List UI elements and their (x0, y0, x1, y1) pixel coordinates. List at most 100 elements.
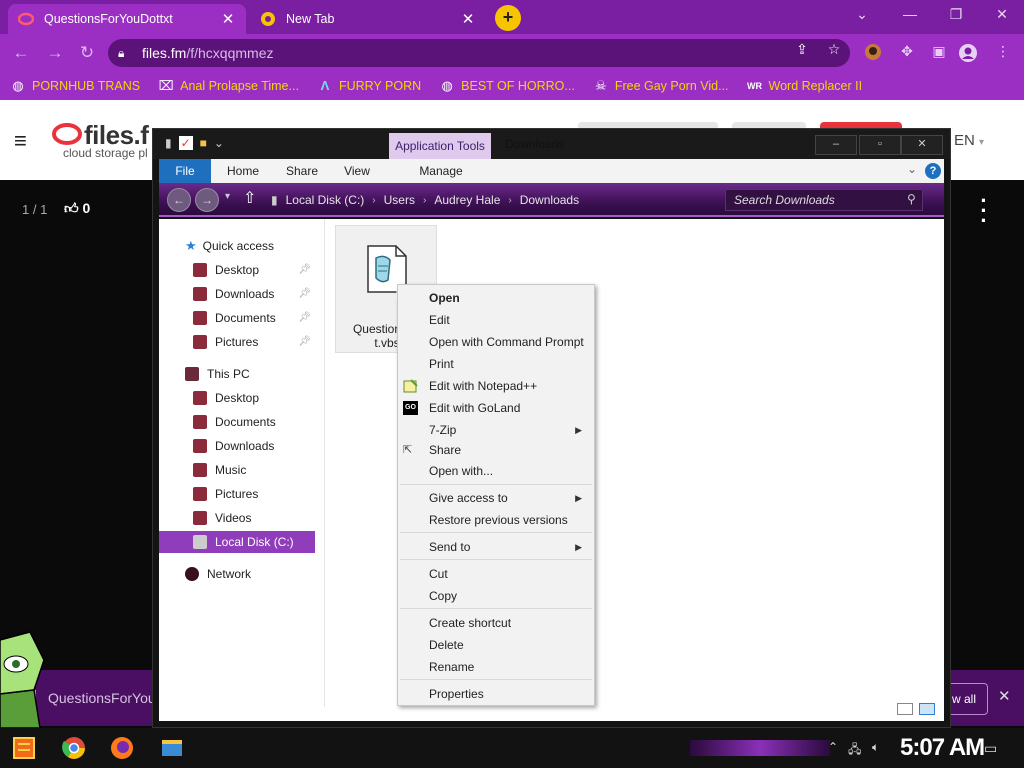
breadcrumb-item[interactable]: Local Disk (C:) (286, 193, 365, 207)
firefox-taskbar-icon[interactable] (104, 732, 140, 764)
side-panel-icon[interactable]: ▣ (928, 43, 950, 63)
like-button[interactable]: 👍︎ 0 (64, 200, 90, 217)
back-icon[interactable]: ← (167, 188, 191, 212)
tab-new-tab[interactable]: New Tab ✕ (250, 4, 486, 34)
menu-item-print[interactable]: Print (398, 354, 594, 374)
back-icon[interactable]: ← (10, 42, 32, 64)
menu-item-copy[interactable]: Copy (398, 586, 594, 606)
menu-item-delete[interactable]: Delete (398, 635, 594, 655)
menu-item-create-shortcut[interactable]: Create shortcut (398, 613, 594, 633)
minimize-icon[interactable]: — (896, 6, 924, 26)
bookmark-item[interactable]: ◍ PORNHUB TRANS (10, 78, 140, 94)
sidebar-item-local-disk[interactable]: Local Disk (C:) (159, 531, 315, 553)
tab-share[interactable]: Share (279, 159, 325, 183)
sidebar-item-pc-documents[interactable]: Documents (159, 411, 315, 433)
application-tools-tab[interactable]: Application Tools (389, 133, 491, 159)
bookmark-item[interactable]: ◍ BEST OF HORRO... (439, 78, 574, 94)
address-bar[interactable]: 🔒︎ files.fm/f/hcxqqmmez (108, 39, 850, 67)
pin-icon[interactable]: 📌︎ (298, 312, 311, 323)
maximize-icon[interactable]: ▫ (859, 135, 901, 155)
sidebar-item-this-pc[interactable]: This PC (159, 363, 315, 385)
breadcrumb-item[interactable]: Users (384, 193, 415, 207)
menu-item-properties[interactable]: Properties (398, 684, 594, 704)
menu-item-open-with[interactable]: Open with... (398, 461, 594, 481)
pin-icon[interactable]: 📌︎ (298, 336, 311, 347)
sidebar-item-downloads[interactable]: Downloads 📌︎ (159, 283, 315, 305)
close-window-icon[interactable]: ✕ (901, 135, 943, 155)
menu-item-edit-with-goland[interactable]: GO Edit with GoLand (398, 398, 594, 418)
menu-item-give-access-to[interactable]: Give access to ▶ (398, 488, 594, 508)
new-tab-button[interactable]: + (495, 5, 521, 31)
bookmark-item[interactable]: ⌧ Anal Prolapse Time... (158, 78, 299, 94)
menu-kebab-icon[interactable]: ⋮ (992, 43, 1014, 63)
breadcrumb-item[interactable]: Downloads (520, 193, 579, 207)
minimize-icon[interactable]: – (815, 135, 857, 155)
volume-icon[interactable]: 🔈︎ (872, 740, 879, 755)
chrome-taskbar-icon[interactable] (56, 732, 92, 764)
menu-item-send-to[interactable]: Send to ▶ (398, 537, 594, 557)
breadcrumb-item[interactable]: Audrey Hale (434, 193, 500, 207)
bookmark-item[interactable]: WR Word Replacer II (747, 78, 862, 94)
start-button-icon[interactable] (6, 732, 42, 764)
sidebar-item-videos[interactable]: Videos (159, 507, 315, 529)
pin-icon[interactable]: 📌︎ (298, 264, 311, 275)
extension-avatar-icon[interactable] (864, 43, 886, 63)
tab-view[interactable]: View (337, 159, 377, 183)
menu-item-7zip[interactable]: 7-Zip ▶ (398, 420, 594, 440)
menu-item-cut[interactable]: Cut (398, 564, 594, 584)
files-fm-logo-icon[interactable] (52, 122, 82, 146)
file-explorer-taskbar-icon[interactable] (154, 732, 190, 764)
chevron-right-icon[interactable]: › (508, 195, 511, 206)
viewer-more-icon[interactable]: · · · (976, 190, 992, 232)
sidebar-item-music[interactable]: Music (159, 459, 315, 481)
help-icon[interactable]: ? (925, 163, 941, 179)
sidebar-item-pictures[interactable]: Pictures 📌︎ (159, 331, 315, 353)
sidebar-item-desktop[interactable]: Desktop 📌︎ (159, 259, 315, 281)
close-icon[interactable]: ✕ (998, 687, 1011, 705)
network-tray-icon[interactable]: 🖧︎ (848, 740, 861, 761)
menu-item-edit-with-notepad-plus-plus[interactable]: Edit with Notepad++ (398, 376, 594, 396)
tab-manage[interactable]: Manage (411, 159, 471, 183)
ribbon-expand-icon[interactable]: ⌄ (907, 162, 917, 176)
up-arrow-icon[interactable]: ⇧ (243, 188, 256, 208)
sidebar-item-pc-pictures[interactable]: Pictures (159, 483, 315, 505)
bookmark-item[interactable]: ☠ Free Gay Porn Vid... (593, 78, 729, 94)
menu-item-rename[interactable]: Rename (398, 657, 594, 677)
qat-dropdown-icon[interactable]: ⌄ (214, 136, 224, 150)
restore-icon[interactable]: ❐ (942, 6, 970, 26)
sidebar-item-documents[interactable]: Documents 📌︎ (159, 307, 315, 329)
search-icon[interactable]: ⚲ (907, 192, 916, 206)
details-view-icon[interactable] (897, 703, 913, 715)
bookmark-item[interactable]: Λ FURRY PORN (317, 78, 422, 94)
reload-icon[interactable]: ↻ (76, 42, 98, 64)
menu-item-share[interactable]: ⇱ Share (398, 440, 594, 460)
new-folder-icon[interactable]: ■ (200, 136, 207, 150)
pin-icon[interactable]: 📌︎ (298, 288, 311, 299)
tab-home[interactable]: Home (221, 159, 265, 183)
language-selector[interactable]: EN ▾ (954, 132, 984, 149)
forward-icon[interactable]: → (44, 42, 66, 64)
properties-icon[interactable]: ✓ (178, 136, 193, 150)
chevron-right-icon[interactable]: › (423, 195, 426, 206)
recent-locations-icon[interactable]: ▾ (225, 191, 230, 202)
menu-item-edit[interactable]: Edit (398, 310, 594, 330)
profile-icon[interactable] (958, 43, 980, 63)
bar-file-name[interactable]: QuestionsForYou (48, 690, 156, 706)
tab-file[interactable]: File (159, 159, 211, 183)
forward-icon[interactable]: → (195, 188, 219, 212)
sidebar-item-network[interactable]: Network (159, 563, 315, 585)
extensions-puzzle-icon[interactable]: ✥ (896, 43, 918, 63)
menu-item-open-with-command-prompt[interactable]: Open with Command Prompt (398, 332, 594, 352)
notifications-icon[interactable]: ▭ (984, 740, 997, 757)
close-window-icon[interactable]: ✕ (988, 6, 1016, 26)
menu-item-open[interactable]: Open (398, 288, 594, 308)
share-page-icon[interactable]: ⇪ (792, 41, 812, 57)
show-hidden-icons-icon[interactable]: ⌃ (828, 740, 838, 754)
sidebar-item-pc-downloads[interactable]: Downloads (159, 435, 315, 457)
taskbar-clock[interactable]: 5:07 AM (900, 734, 985, 762)
explorer-app-icon[interactable]: ▮ (165, 136, 172, 150)
menu-item-restore-previous-versions[interactable]: Restore previous versions (398, 510, 594, 530)
chevron-right-icon[interactable]: › (372, 195, 375, 206)
hamburger-menu-icon[interactable]: ≡ (14, 130, 34, 152)
bookmark-star-icon[interactable]: ☆ (824, 41, 844, 57)
